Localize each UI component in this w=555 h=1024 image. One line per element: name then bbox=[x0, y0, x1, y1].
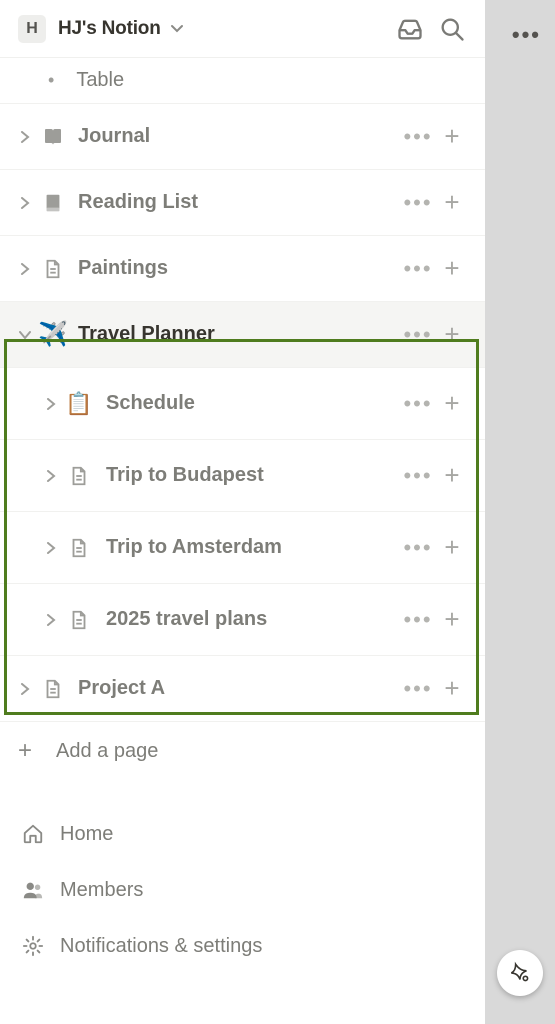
content-area-collapsed: ••• bbox=[485, 0, 555, 1024]
more-icon[interactable]: ••• bbox=[399, 322, 437, 348]
add-icon[interactable]: + bbox=[437, 604, 467, 635]
chevron-right-icon[interactable] bbox=[14, 263, 36, 275]
page-journal[interactable]: Journal ••• + bbox=[0, 104, 485, 170]
add-icon[interactable]: + bbox=[437, 121, 467, 152]
page-travel-planner[interactable]: ✈️ Travel Planner ••• + bbox=[0, 302, 485, 368]
page-project-a[interactable]: Project A ••• + bbox=[0, 656, 485, 722]
sidebar: H HJ's Notion • Table Journal ••• + bbox=[0, 0, 485, 1024]
nav-members[interactable]: Members bbox=[0, 862, 485, 918]
more-icon[interactable]: ••• bbox=[399, 391, 437, 417]
nav-settings[interactable]: Notifications & settings bbox=[0, 918, 485, 974]
book-icon bbox=[36, 192, 70, 214]
chevron-down-icon[interactable] bbox=[14, 329, 36, 341]
schedule-icon: 📋 bbox=[62, 391, 96, 417]
assistant-fab[interactable] bbox=[497, 950, 543, 996]
page-more-icon[interactable]: ••• bbox=[512, 22, 541, 48]
add-icon[interactable]: + bbox=[437, 460, 467, 491]
page-label: Journal bbox=[78, 125, 399, 148]
members-icon bbox=[18, 879, 48, 901]
page-icon bbox=[62, 537, 96, 559]
add-icon[interactable]: + bbox=[437, 532, 467, 563]
bullet-icon: • bbox=[48, 70, 54, 91]
subpage-2025-plans[interactable]: 2025 travel plans ••• + bbox=[0, 584, 485, 656]
page-label: Reading List bbox=[78, 191, 399, 214]
add-page-label: Add a page bbox=[56, 740, 158, 763]
nav-home[interactable]: Home bbox=[0, 806, 485, 862]
page-label: Trip to Budapest bbox=[106, 464, 399, 487]
subpage-schedule[interactable]: 📋 Schedule ••• + bbox=[0, 368, 485, 440]
page-icon bbox=[36, 678, 70, 700]
more-icon[interactable]: ••• bbox=[399, 124, 437, 150]
page-label: Trip to Amsterdam bbox=[106, 536, 399, 559]
add-icon[interactable]: + bbox=[437, 187, 467, 218]
add-icon[interactable]: + bbox=[437, 319, 467, 350]
more-icon[interactable]: ••• bbox=[399, 256, 437, 282]
chevron-right-icon[interactable] bbox=[14, 683, 36, 695]
nav-label: Notifications & settings bbox=[60, 935, 262, 958]
search-icon[interactable] bbox=[431, 8, 473, 50]
chevron-right-icon[interactable] bbox=[40, 470, 62, 482]
chevron-right-icon[interactable] bbox=[40, 614, 62, 626]
more-icon[interactable]: ••• bbox=[399, 607, 437, 633]
more-icon[interactable]: ••• bbox=[399, 463, 437, 489]
page-list: • Table Journal ••• + Reading List ••• + bbox=[0, 58, 485, 1024]
subpage-label: Table bbox=[76, 69, 124, 92]
chevron-right-icon[interactable] bbox=[14, 197, 36, 209]
topbar: H HJ's Notion bbox=[0, 0, 485, 58]
chevron-right-icon[interactable] bbox=[40, 398, 62, 410]
add-icon[interactable]: + bbox=[437, 673, 467, 704]
nav-label: Members bbox=[60, 879, 143, 902]
chevron-down-icon[interactable] bbox=[169, 21, 185, 37]
more-icon[interactable]: ••• bbox=[399, 535, 437, 561]
add-page-button[interactable]: + Add a page bbox=[0, 722, 485, 780]
nav-label: Home bbox=[60, 823, 113, 846]
page-label: Travel Planner bbox=[78, 323, 399, 346]
more-icon[interactable]: ••• bbox=[399, 190, 437, 216]
page-label: 2025 travel plans bbox=[106, 608, 399, 631]
add-icon[interactable]: + bbox=[437, 253, 467, 284]
plus-icon: + bbox=[18, 737, 44, 765]
chevron-right-icon[interactable] bbox=[40, 542, 62, 554]
page-reading-list[interactable]: Reading List ••• + bbox=[0, 170, 485, 236]
home-icon bbox=[18, 823, 48, 845]
page-label: Schedule bbox=[106, 392, 399, 415]
gear-icon bbox=[18, 935, 48, 957]
inbox-icon[interactable] bbox=[389, 8, 431, 50]
page-icon bbox=[62, 465, 96, 487]
page-paintings[interactable]: Paintings ••• + bbox=[0, 236, 485, 302]
subpage-amsterdam[interactable]: Trip to Amsterdam ••• + bbox=[0, 512, 485, 584]
add-icon[interactable]: + bbox=[437, 388, 467, 419]
workspace-name[interactable]: HJ's Notion bbox=[58, 18, 161, 40]
airplane-icon: ✈️ bbox=[36, 320, 70, 349]
page-icon bbox=[36, 258, 70, 280]
page-label: Paintings bbox=[78, 257, 399, 280]
subpage-table[interactable]: • Table bbox=[0, 58, 485, 104]
chevron-right-icon[interactable] bbox=[14, 131, 36, 143]
journal-icon bbox=[36, 125, 70, 149]
more-icon[interactable]: ••• bbox=[399, 676, 437, 702]
footer-nav: Home Members Notifications & settings bbox=[0, 806, 485, 974]
page-label: Project A bbox=[78, 677, 399, 700]
subpage-budapest[interactable]: Trip to Budapest ••• + bbox=[0, 440, 485, 512]
workspace-badge[interactable]: H bbox=[18, 15, 46, 43]
page-icon bbox=[62, 609, 96, 631]
